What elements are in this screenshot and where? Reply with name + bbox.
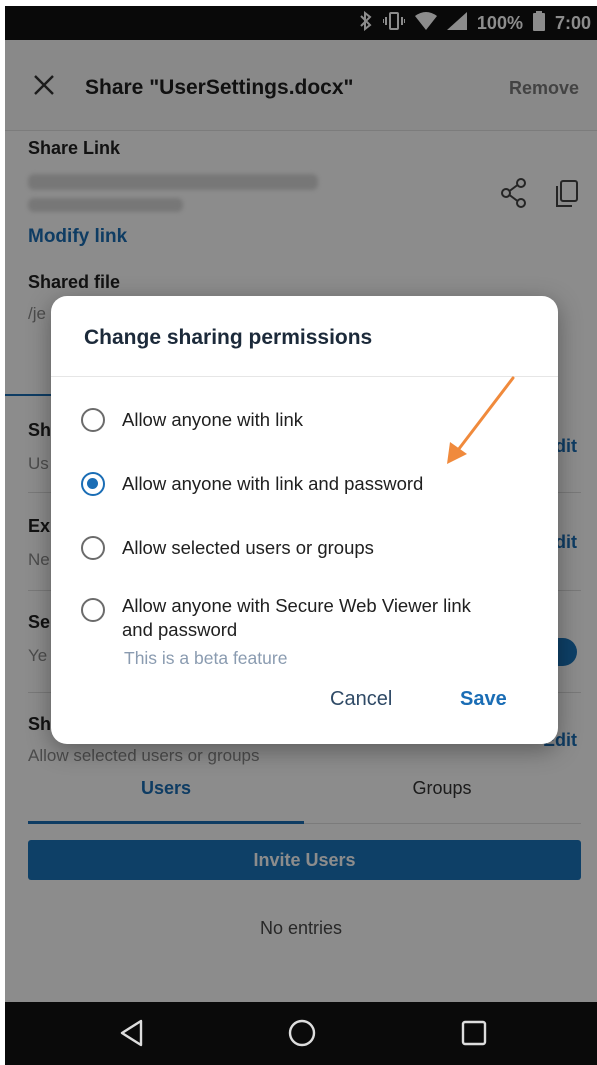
radio-button[interactable] [81, 598, 105, 622]
option-label: Allow selected users or groups [122, 537, 374, 558]
home-icon[interactable] [287, 1018, 317, 1048]
radio-button-selected[interactable] [81, 472, 105, 496]
save-button[interactable]: Save [460, 688, 507, 711]
beta-note: This is a beta feature [124, 648, 288, 668]
option-secure-web-viewer[interactable]: Allow anyone with Secure Web Viewer link… [81, 594, 502, 642]
recents-icon[interactable] [459, 1018, 489, 1048]
option-selected-users-groups[interactable]: Allow selected users or groups [81, 536, 502, 560]
navigation-bar [5, 1002, 597, 1065]
screen: 100% 7:00 Share "UserSettings.docx" Remo… [5, 6, 597, 1065]
option-label: Allow anyone with Secure Web Viewer link… [122, 595, 471, 640]
permissions-dialog: Change sharing permissions Allow anyone … [51, 296, 558, 744]
radio-button[interactable] [81, 536, 105, 560]
dialog-title: Change sharing permissions [84, 326, 373, 349]
back-icon[interactable] [117, 1018, 147, 1048]
radio-button[interactable] [81, 408, 105, 432]
cancel-button[interactable]: Cancel [330, 688, 392, 711]
annotation-arrow-icon [447, 376, 515, 464]
